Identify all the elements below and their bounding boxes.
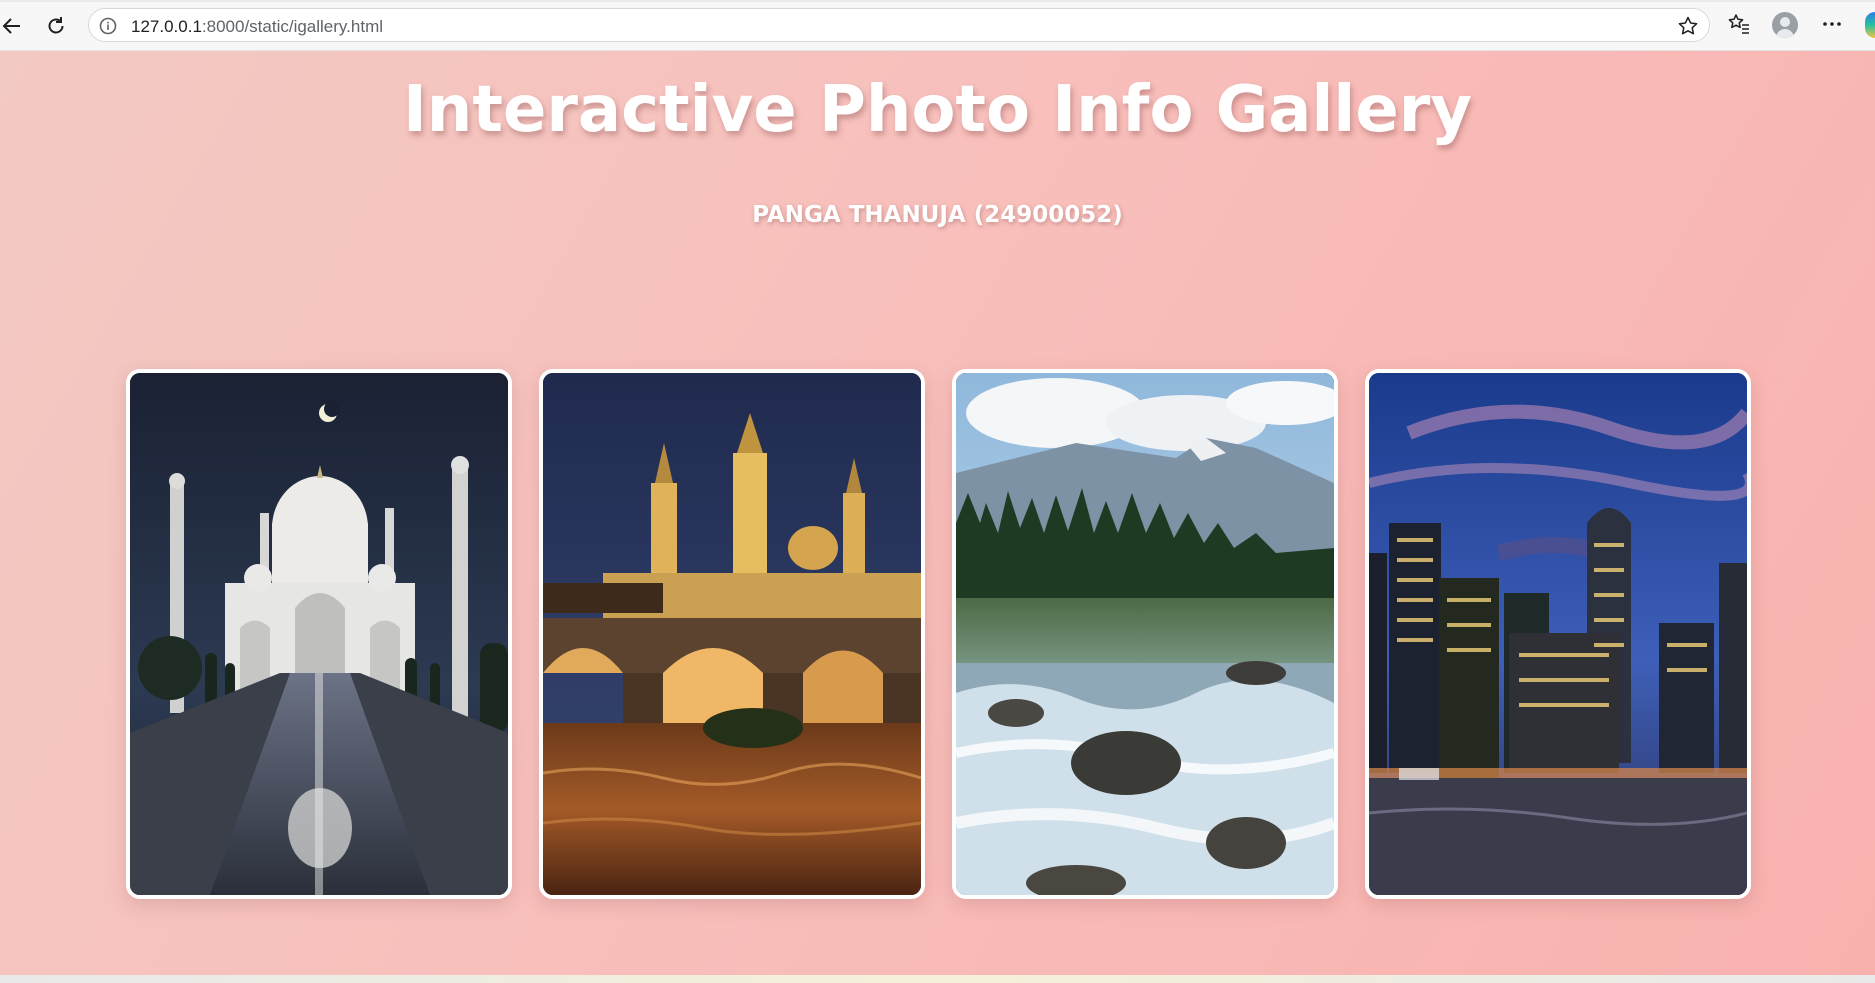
address-bar[interactable]: 127.0.0.1:8000/static/igallery.html (88, 8, 1710, 42)
taj-mahal-image (130, 373, 508, 895)
copilot-icon[interactable] (1865, 12, 1875, 38)
photo-card-mountain-river[interactable] (952, 369, 1338, 899)
photo-gallery (0, 369, 1875, 951)
info-icon[interactable] (98, 16, 118, 40)
more-icon[interactable] (1820, 14, 1844, 38)
gallery-page: Interactive Photo Info Gallery PANGA THA… (0, 51, 1875, 975)
city-skyline-image (1369, 373, 1747, 895)
back-icon[interactable] (0, 12, 26, 40)
window-bottom-edge (0, 975, 1875, 983)
photo-card-basilica[interactable] (539, 369, 925, 899)
star-icon[interactable] (1677, 15, 1699, 41)
author-subtitle: PANGA THANUJA (24900052) (752, 202, 1123, 228)
profile-icon[interactable] (1772, 12, 1798, 38)
photo-card-city-skyline[interactable] (1365, 369, 1751, 899)
avatar (1772, 12, 1798, 38)
url-text: 127.0.0.1:8000/static/igallery.html (131, 17, 383, 37)
favorites-icon[interactable] (1727, 12, 1751, 40)
mountain-river-image (956, 373, 1334, 895)
browser-toolbar: 127.0.0.1:8000/static/igallery.html (0, 0, 1875, 51)
page-title: Interactive Photo Info Gallery (402, 73, 1473, 147)
reload-icon[interactable] (42, 12, 70, 40)
photo-card-taj-mahal[interactable] (126, 369, 512, 899)
url-host: 127.0.0.1 (131, 17, 202, 36)
basilica-image (543, 373, 921, 895)
url-path: :8000/static/igallery.html (201, 17, 384, 36)
tab-strip-edge (0, 0, 1875, 2)
